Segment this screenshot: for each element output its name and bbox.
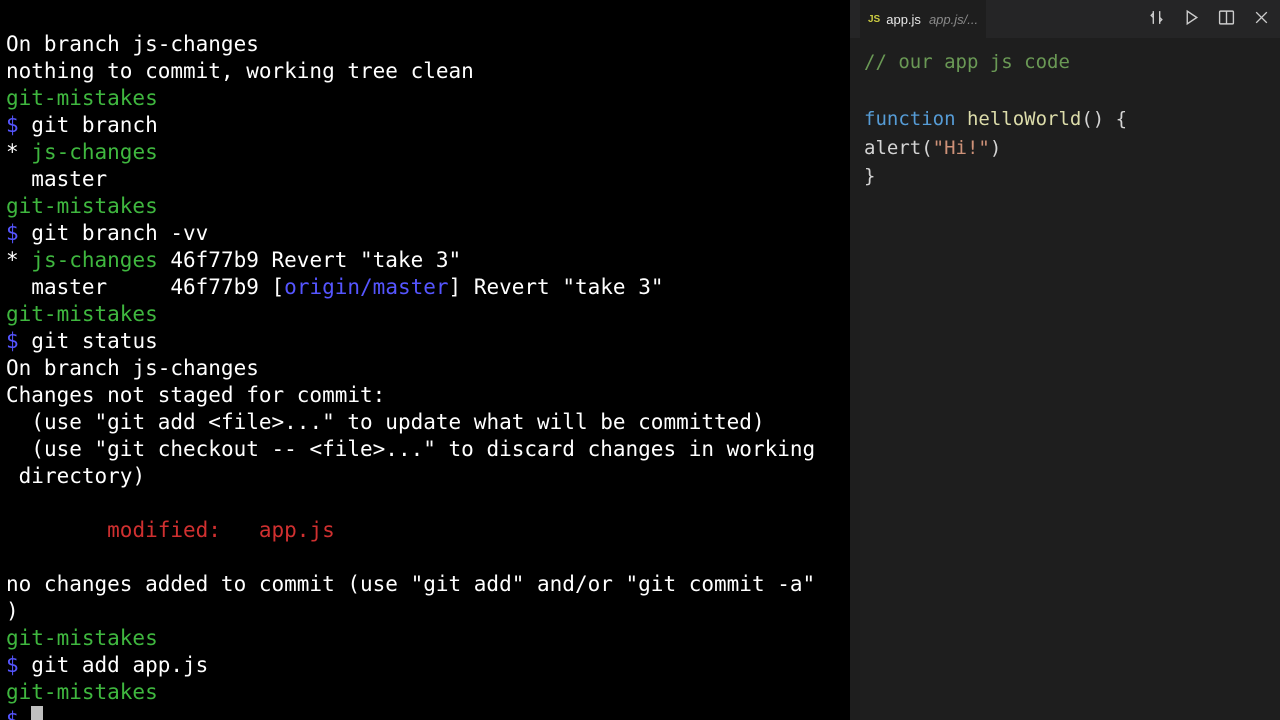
prompt-dollar: $ xyxy=(6,653,19,677)
terminal-line: Changes not staged for commit: xyxy=(6,383,385,407)
terminal-line: nothing to commit, working tree clean xyxy=(6,59,474,83)
terminal-command: git branch xyxy=(19,113,158,137)
modified-label: modified: xyxy=(6,518,259,542)
editor-tab[interactable]: JS app.js app.js/... xyxy=(860,0,986,38)
code-keyword: function xyxy=(864,108,956,130)
prompt-dollar: $ xyxy=(6,113,19,137)
blank-line xyxy=(864,77,1266,106)
close-icon[interactable] xyxy=(1253,9,1270,29)
code-comment: // our app js code xyxy=(864,51,1070,73)
tab-filename: app.js xyxy=(886,12,921,27)
branch-info: master 46f77b9 [ xyxy=(6,275,284,299)
tab-filepath: app.js/... xyxy=(929,12,978,27)
code-punct: ) xyxy=(990,137,1001,159)
blank-line xyxy=(6,545,19,569)
prompt-dollar: $ xyxy=(6,708,19,720)
code-function-name: helloWorld xyxy=(956,108,1082,130)
prompt-path: git-mistakes xyxy=(6,194,158,218)
prompt-dollar: $ xyxy=(6,329,19,353)
terminal-pane[interactable]: On branch js-changes nothing to commit, … xyxy=(0,0,850,720)
tab-actions xyxy=(1148,9,1270,29)
prompt-dollar: $ xyxy=(6,221,19,245)
branch-current: js-changes xyxy=(19,248,171,272)
branch-other: master xyxy=(6,167,107,191)
terminal-line: no changes added to commit (use "git add… xyxy=(6,572,815,596)
prompt-path: git-mistakes xyxy=(6,302,158,326)
branch-current: js-changes xyxy=(19,140,158,164)
prompt-path: git-mistakes xyxy=(6,680,158,704)
prompt-path: git-mistakes xyxy=(6,626,158,650)
code-string: "Hi!" xyxy=(933,137,990,159)
code-punct: } xyxy=(864,165,875,187)
branch-remote: origin/master xyxy=(284,275,448,299)
run-icon[interactable] xyxy=(1183,9,1200,29)
blank-line xyxy=(6,491,19,515)
terminal-command: git branch -vv xyxy=(19,221,209,245)
branch-info: ] Revert "take 3" xyxy=(449,275,664,299)
split-editor-icon[interactable] xyxy=(1218,9,1235,29)
branch-info: 46f77b9 Revert "take 3" xyxy=(170,248,461,272)
editor-code-area[interactable]: // our app js code function helloWorld()… xyxy=(850,38,1280,720)
terminal-command: git add app.js xyxy=(19,653,209,677)
terminal-line: ) xyxy=(6,599,19,623)
js-file-icon: JS xyxy=(868,14,880,25)
terminal-line: (use "git checkout -- <file>..." to disc… xyxy=(6,437,815,461)
terminal-line: On branch js-changes xyxy=(6,32,259,56)
editor-tab-bar: JS app.js app.js/... xyxy=(850,0,1280,38)
editor-pane: JS app.js app.js/... // our app js code … xyxy=(850,0,1280,720)
prompt-path: git-mistakes xyxy=(6,86,158,110)
terminal-line: directory) xyxy=(6,464,145,488)
code-punct: () { xyxy=(1081,108,1127,130)
code-call: alert( xyxy=(864,137,933,159)
compare-icon[interactable] xyxy=(1148,9,1165,29)
terminal-command: git status xyxy=(19,329,158,353)
terminal-line: (use "git add <file>..." to update what … xyxy=(6,410,765,434)
terminal-line: On branch js-changes xyxy=(6,356,259,380)
branch-current-star: * xyxy=(6,248,19,272)
branch-current-star: * xyxy=(6,140,19,164)
terminal-cursor xyxy=(31,706,43,720)
modified-file: app.js xyxy=(259,518,335,542)
